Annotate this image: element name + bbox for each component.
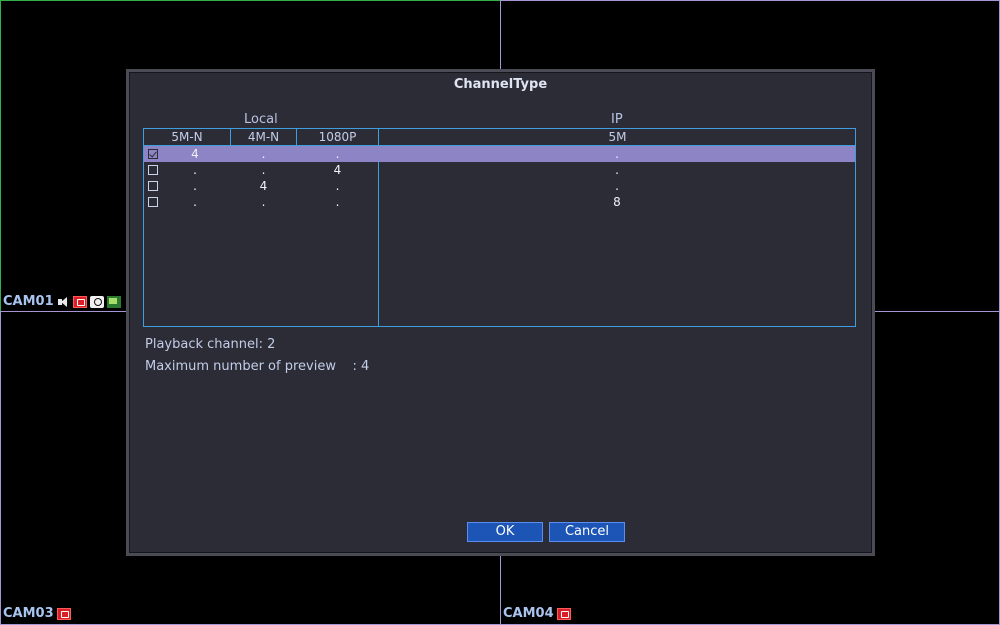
cell-5m: .: [615, 163, 619, 177]
table-row[interactable]: .. 4.: [144, 162, 855, 178]
speaker-icon: [57, 296, 70, 308]
camera-name: CAM03: [3, 606, 54, 621]
record-alert-icon: [556, 607, 571, 620]
dialog-title: ChannelType: [453, 77, 548, 92]
row-checkbox[interactable]: [148, 165, 158, 175]
record-alert-icon: [56, 607, 71, 620]
column-header-5m: 5M: [608, 130, 627, 144]
cell-1080p: .: [335, 147, 340, 161]
cell-5m-n: .: [193, 195, 197, 209]
camera-label-4: CAM04: [503, 606, 571, 621]
cell-5m-n: .: [193, 179, 197, 193]
channel-type-dialog: ChannelType Local IP 5M-N 4M-N 1080P 5M …: [126, 69, 875, 556]
column-header-4m-n: 4M-N: [247, 130, 280, 144]
channel-type-table: 5M-N 4M-N 1080P 5M 4.....4..4.....8: [143, 128, 856, 327]
camera-name: CAM04: [503, 606, 554, 621]
column-divider: [230, 129, 231, 145]
cell-4m-n: .: [261, 163, 266, 177]
column-header-5m-n: 5M-N: [171, 130, 203, 144]
max-preview-info: Maximum number of preview : 4: [145, 359, 370, 374]
ip-section-header: IP: [611, 112, 623, 127]
cell-1080p: 4: [333, 163, 342, 177]
cell-5m: .: [615, 179, 619, 193]
local-section-header: Local: [244, 112, 278, 127]
column-header-1080p: 1080P: [318, 130, 357, 144]
table-row[interactable]: ... 8: [144, 194, 855, 210]
camera-name: CAM01: [3, 294, 54, 309]
column-divider: [296, 129, 297, 145]
record-alert-icon: [72, 295, 87, 308]
playback-channel-info: Playback channel: 2: [145, 337, 276, 352]
cell-4m-n: 4: [259, 179, 268, 193]
cancel-button[interactable]: Cancel: [549, 522, 625, 542]
row-checkbox[interactable]: [148, 181, 158, 191]
cell-5m-n: 4: [191, 147, 199, 161]
cell-4m-n: .: [261, 195, 266, 209]
cell-1080p: .: [335, 179, 340, 193]
ok-button[interactable]: OK: [467, 522, 543, 542]
camera-label-1: CAM01: [3, 294, 121, 309]
row-checkbox[interactable]: [148, 197, 158, 207]
table-row[interactable]: . 4..: [144, 178, 855, 194]
cell-4m-n: .: [261, 147, 266, 161]
cell-5m-n: .: [193, 163, 197, 177]
cell-5m: .: [615, 147, 619, 161]
cell-1080p: .: [335, 195, 340, 209]
table-row[interactable]: 4...: [144, 146, 855, 162]
cell-5m: 8: [613, 195, 621, 209]
row-checkbox[interactable]: [148, 149, 158, 159]
snapshot-icon: [89, 295, 104, 308]
recording-icon: [106, 295, 121, 308]
camera-label-3: CAM03: [3, 606, 71, 621]
